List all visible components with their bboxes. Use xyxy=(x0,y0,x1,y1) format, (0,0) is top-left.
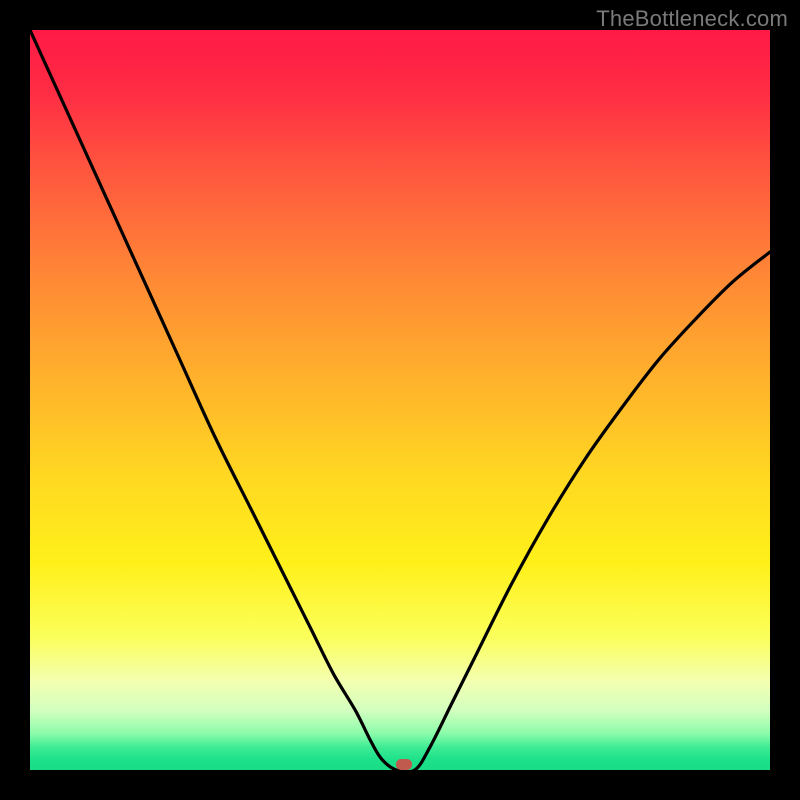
plot-area xyxy=(30,30,770,770)
watermark-text: TheBottleneck.com xyxy=(596,6,788,32)
optimal-marker xyxy=(396,759,412,770)
bottleneck-curve xyxy=(30,30,770,770)
outer-frame: TheBottleneck.com xyxy=(0,0,800,800)
